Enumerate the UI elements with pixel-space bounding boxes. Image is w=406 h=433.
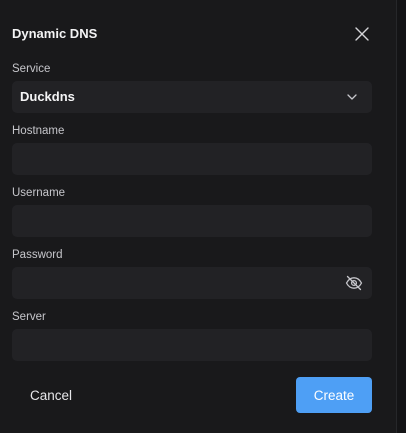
chevron-down-icon xyxy=(347,94,357,100)
create-button[interactable]: Create xyxy=(296,377,372,413)
eye-off-icon[interactable] xyxy=(345,274,363,292)
hostname-input[interactable] xyxy=(12,143,372,175)
close-button[interactable] xyxy=(350,22,374,46)
password-input[interactable] xyxy=(12,267,372,299)
service-select[interactable]: Duckdns xyxy=(12,81,372,113)
username-field-wrapper xyxy=(12,205,372,237)
server-input[interactable] xyxy=(12,329,372,361)
service-label: Service xyxy=(12,63,51,75)
service-selected-value: Duckdns xyxy=(20,89,75,104)
hostname-field-wrapper xyxy=(12,143,372,175)
username-input[interactable] xyxy=(12,205,372,237)
dynamic-dns-dialog: Dynamic DNS Service Duckdns Hostname Use… xyxy=(0,0,397,433)
close-icon xyxy=(355,27,369,41)
hostname-label: Hostname xyxy=(12,125,65,137)
server-field-wrapper xyxy=(12,329,372,361)
password-field-wrapper xyxy=(12,267,372,299)
cancel-button[interactable]: Cancel xyxy=(17,380,85,410)
password-label: Password xyxy=(12,249,63,261)
dialog-title: Dynamic DNS xyxy=(12,26,98,41)
server-label: Server xyxy=(12,311,46,323)
username-label: Username xyxy=(12,187,66,199)
